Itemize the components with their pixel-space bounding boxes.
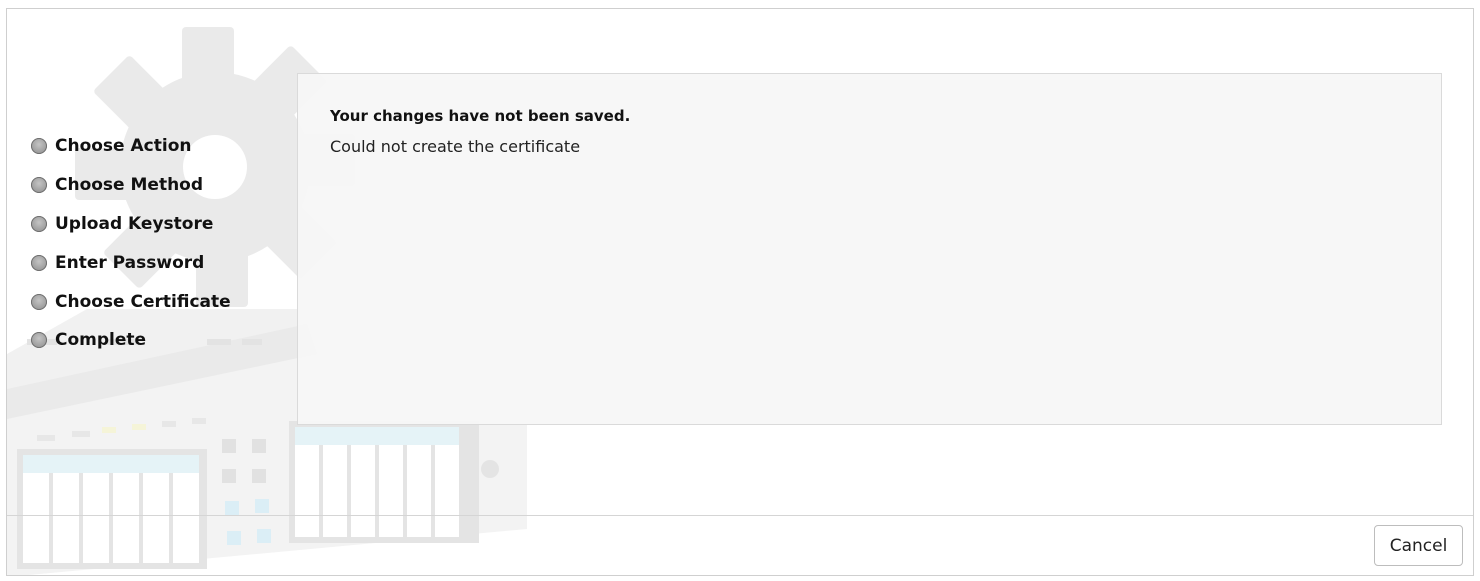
step-bullet-icon: [31, 177, 47, 194]
step-label: Choose Method: [55, 175, 204, 196]
step-enter-password: Enter Password: [31, 243, 231, 282]
dialog-footer: Cancel: [7, 515, 1473, 575]
step-choose-method: Choose Method: [31, 166, 231, 205]
step-upload-keystore: Upload Keystore: [31, 205, 231, 244]
step-choose-certificate: Choose Certificate: [31, 282, 231, 321]
step-bullet-icon: [31, 254, 47, 271]
step-bullet-icon: [31, 138, 47, 155]
step-label: Complete: [55, 330, 147, 351]
step-choose-action: Choose Action: [31, 127, 231, 166]
message-panel: Your changes have not been saved. Could …: [297, 73, 1442, 425]
step-bullet-icon: [31, 215, 47, 232]
message-body: Could not create the certificate: [330, 137, 581, 156]
cancel-button[interactable]: Cancel: [1374, 525, 1463, 566]
wizard-steps: Choose Action Choose Method Upload Keyst…: [31, 127, 231, 360]
step-bullet-icon: [31, 293, 47, 310]
step-label: Upload Keystore: [55, 213, 214, 234]
message-title: Your changes have not been saved.: [330, 107, 631, 125]
step-complete: Complete: [31, 321, 231, 360]
certificate-wizard-dialog: Choose Action Choose Method Upload Keyst…: [6, 8, 1474, 576]
step-label: Enter Password: [55, 252, 205, 273]
step-bullet-icon: [31, 332, 47, 349]
step-label: Choose Certificate: [55, 291, 231, 312]
step-label: Choose Action: [55, 136, 192, 157]
